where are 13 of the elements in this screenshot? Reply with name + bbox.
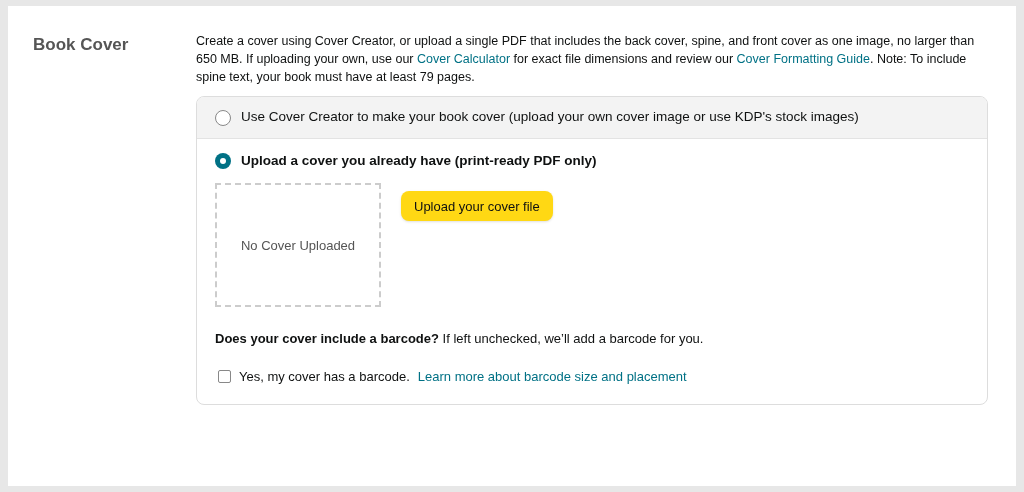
cover-preview: No Cover Uploaded (215, 183, 381, 308)
upload-cover-button[interactable]: Upload your cover file (401, 191, 553, 222)
barcode-help-link[interactable]: Learn more about barcode size and placement (417, 366, 687, 387)
barcode-question: Does your cover include a barcode? If left unchecked, we’ll add a barcode for you. (215, 330, 705, 349)
intro-paragraph: Create a cover using Cover Creator, or upload a single PDF that includes the back cover, spine, and front cover as one image, no larger than 650 MB. If uploading your own, use our Cover Calculator for exact file dimensions and review our Cover Formatting Guide. Note: To include spine text, your book must have at least 79 pages. (196, 33, 976, 86)
barcode-checkbox[interactable] (218, 370, 231, 383)
section-title: Book Cover (33, 34, 130, 56)
intro-link[interactable]: Cover Calculator (416, 52, 511, 66)
radio-button[interactable] (215, 109, 231, 126)
intro-link[interactable]: Cover Formatting Guide (736, 52, 870, 66)
radio-button[interactable] (215, 153, 231, 170)
checkbox-label[interactable]: Yes, my cover has a barcode. (239, 366, 410, 387)
radio-label[interactable]: Upload a cover you already have (print-ready PDF only) (241, 151, 597, 172)
